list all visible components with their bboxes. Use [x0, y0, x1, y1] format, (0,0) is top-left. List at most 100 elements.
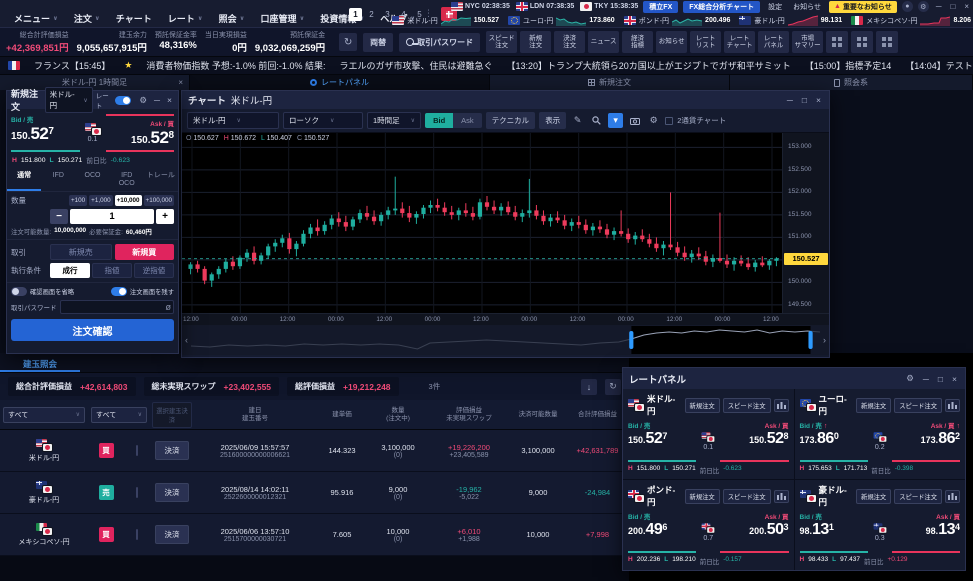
new-order-button[interactable]: 新規注文 [685, 489, 720, 504]
chart-pair-select[interactable]: 米ドル-円∨ [187, 112, 279, 129]
menu-item-2[interactable]: チャート [108, 12, 160, 25]
order-tab-1[interactable]: IFD [41, 169, 75, 191]
notice-button[interactable]: お知らせ [790, 1, 824, 13]
dock-tab-1[interactable]: レートパネル [190, 75, 490, 90]
zoom-icon[interactable] [589, 113, 604, 128]
chart-close-button[interactable]: × [814, 95, 823, 105]
exec-option-1[interactable]: 指値 [92, 263, 132, 278]
quick-button-3[interactable]: ニュース [588, 31, 619, 53]
menu-item-4[interactable]: 照会∨ [211, 12, 253, 25]
exec-option-0[interactable]: 成行 [50, 263, 90, 278]
mini-chart-icon[interactable] [774, 399, 789, 412]
positions-tab[interactable]: 建玉照会 [0, 353, 80, 372]
crosshair-icon[interactable]: ▾ [608, 113, 623, 128]
order-confirm-button[interactable]: 注文確認 [11, 319, 174, 341]
menu-item-3[interactable]: レート∨ [160, 12, 211, 25]
tile-bid-button[interactable]: Bid / 売 ↑173.860 [800, 420, 868, 462]
chart-minimize-button[interactable]: ─ [785, 95, 795, 105]
order-tab-4[interactable]: トレール [144, 169, 178, 191]
trade-password-input[interactable]: ø [60, 300, 175, 314]
ticker-aujpy[interactable]: 豪ドル-円98.131 [739, 15, 842, 26]
technical-button[interactable]: テクニカル [486, 112, 536, 129]
minimize-button[interactable]: ─ [934, 2, 944, 11]
chart-plot-area[interactable]: O 150.627 H 150.672 L 150.407 C 150.527 … [182, 133, 829, 313]
keep-window-toggle[interactable] [111, 287, 127, 296]
mini-chart-icon[interactable] [945, 490, 960, 503]
qty-chip-2[interactable]: +10,000 [115, 195, 142, 206]
navigator-svg[interactable] [191, 326, 820, 354]
close-position-button[interactable]: 決済 [155, 525, 189, 544]
order-tab-2[interactable]: OCO [75, 169, 109, 191]
important-notice-button[interactable]: ▲重要なお知らせ [829, 1, 897, 13]
tile-ask-button[interactable]: Ask / 買150.528 [720, 420, 788, 462]
mini-chart-icon[interactable] [774, 490, 789, 503]
speed-order-button[interactable]: スピード注文 [894, 489, 942, 504]
side-filter-select[interactable]: すべて∨ [91, 407, 147, 423]
quick-button-9[interactable]: 市場 サマリー [792, 31, 823, 53]
layout-preset-button-0[interactable] [826, 31, 848, 53]
rate-toggle[interactable] [115, 96, 131, 105]
bell-icon[interactable]: ● [902, 1, 913, 12]
nav-right-icon[interactable]: › [820, 335, 829, 345]
close-position-button[interactable]: 決済 [155, 441, 189, 460]
navigator-brush[interactable] [191, 326, 820, 354]
rate-close-button[interactable]: × [950, 374, 959, 384]
pair-filter-select[interactable]: すべて∨ [3, 407, 85, 423]
menu-item-5[interactable]: 口座管理∨ [252, 12, 312, 25]
display-button[interactable]: 表示 [539, 112, 566, 129]
ticker-eujpy[interactable]: ユーロ-円173.860 [508, 15, 615, 26]
refresh-icon[interactable]: ↻ [339, 33, 357, 51]
row-checkbox[interactable] [136, 445, 138, 456]
qty-chip-0[interactable]: +100 [69, 195, 87, 206]
tile-bid-button[interactable]: Bid / 売200.496 [628, 511, 696, 553]
menu-item-0[interactable]: メニュー∨ [6, 12, 66, 25]
price-axis[interactable]: 153.000152.500152.000151.500151.000150.5… [782, 133, 829, 313]
bid-segment-button[interactable]: Bid [425, 113, 453, 128]
tile-bid-button[interactable]: Bid / 売150.527 [628, 420, 696, 462]
row-checkbox[interactable] [136, 529, 138, 540]
increment-button[interactable]: + [156, 209, 174, 224]
download-icon[interactable]: ↓ [581, 379, 597, 395]
order-pair-select[interactable]: 米ドル-円∨ [45, 87, 93, 113]
menu-item-1[interactable]: 注文∨ [66, 12, 108, 25]
rate-gear-icon[interactable]: ⚙ [904, 373, 916, 384]
skip-confirm-toggle[interactable] [11, 287, 27, 296]
eye-icon[interactable]: ø [166, 302, 172, 312]
dock-tab-2[interactable]: 新規注文 [490, 75, 730, 90]
order-tab-0[interactable]: 通常 [7, 169, 41, 191]
new-order-button[interactable]: 新規注文 [856, 398, 891, 413]
quick-button-2[interactable]: 決済 注文 [554, 31, 585, 53]
quick-button-8[interactable]: レート パネル [758, 31, 789, 53]
camera-icon[interactable] [627, 113, 642, 128]
dock-tab-3[interactable]: 照会系 [730, 75, 973, 90]
layout-preset-button-2[interactable] [876, 31, 898, 53]
close-position-button[interactable]: 決済 [155, 483, 189, 502]
fx-analysis-chart-button[interactable]: FX総合分析チャート [683, 1, 760, 13]
quantity-value[interactable]: 1 [70, 209, 154, 224]
mini-chart-icon[interactable] [945, 399, 960, 412]
candlestick-plot[interactable]: O 150.627 H 150.672 L 150.407 C 150.527 [182, 133, 782, 313]
positions-refresh-icon[interactable]: ↻ [605, 379, 621, 395]
chart-maximize-button[interactable]: □ [800, 95, 809, 105]
draw-icon[interactable]: ✎ [570, 113, 585, 128]
qty-chip-1[interactable]: +1,000 [89, 195, 112, 206]
tile-ask-button[interactable]: Ask / 買 ↑173.862 [892, 420, 960, 462]
chart-settings-icon[interactable]: ⚙ [646, 113, 661, 128]
workspace-tab-2[interactable]: 2 [365, 8, 378, 21]
buy-button[interactable]: 新規買 [115, 244, 175, 260]
ticker-mxjpy[interactable]: メキシコペソ-円8.206 [851, 15, 971, 26]
two-pair-checkbox[interactable] [665, 117, 673, 125]
tsumitate-fx-button[interactable]: 積立FX [643, 1, 678, 13]
time-axis[interactable]: 12:0000:0012:0000:0012:0000:0012:0000:00… [182, 313, 829, 325]
quick-button-7[interactable]: レート チャート [724, 31, 755, 53]
bulk-close-button[interactable]: 選択建玉決済 [152, 402, 192, 428]
rate-maximize-button[interactable]: □ [936, 374, 945, 384]
quick-button-5[interactable]: お知らせ [656, 31, 687, 53]
quick-button-6[interactable]: レート リスト [690, 31, 721, 53]
ask-price-button[interactable]: Ask / 買 150.528 [106, 114, 175, 152]
workspace-tab-1[interactable]: 1 [349, 8, 362, 21]
exchange-button[interactable]: 両替 [363, 33, 393, 52]
quick-button-0[interactable]: スピード 注文 [486, 31, 517, 53]
chart-type-select[interactable]: ローソク∨ [283, 112, 363, 129]
settings-button[interactable]: 設定 [765, 1, 785, 13]
